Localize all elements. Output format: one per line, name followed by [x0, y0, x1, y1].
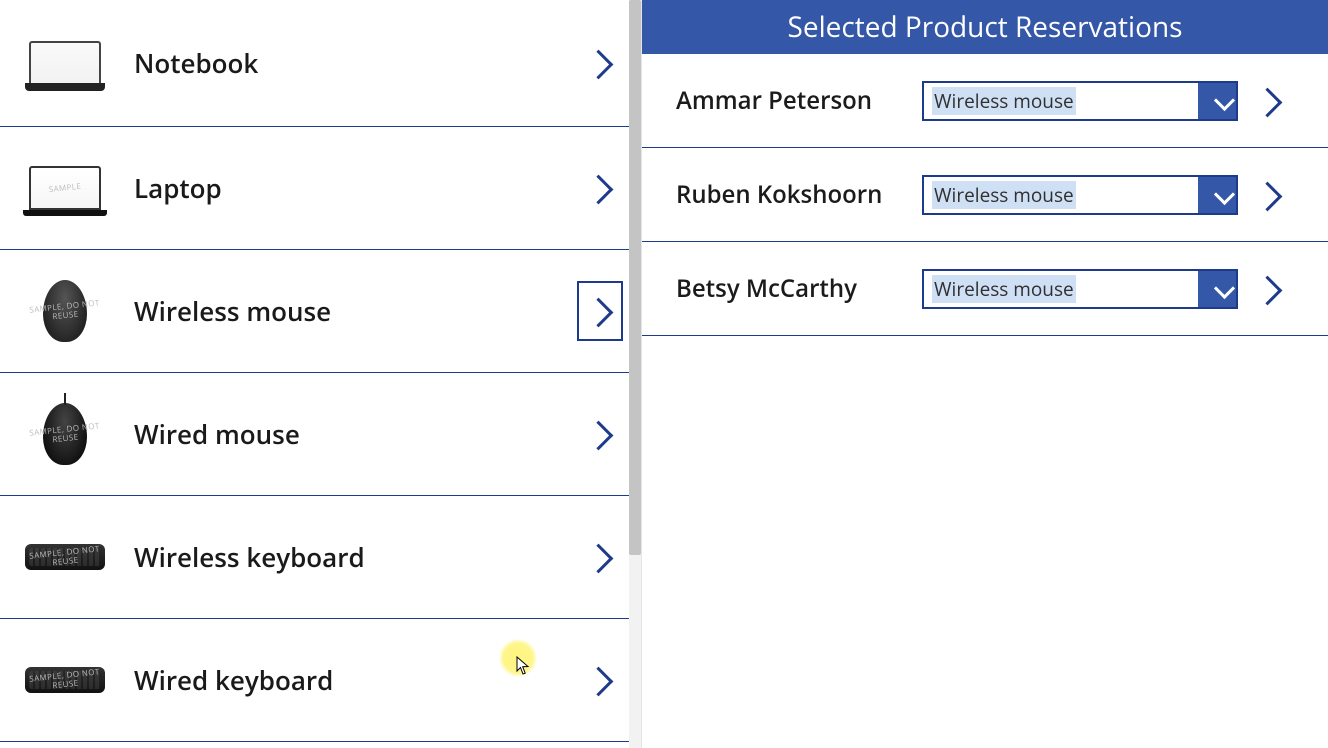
product-row-wireless-mouse[interactable]: SAMPLE, DO NOT REUSEWireless mouse — [0, 250, 641, 373]
chevron-right-icon — [592, 174, 608, 202]
reservation-product-select-value: Wireless mouse — [924, 83, 1198, 119]
product-row-wired-mouse[interactable]: SAMPLE, DO NOT REUSEWired mouse — [0, 373, 641, 496]
keyboard-icon — [25, 544, 105, 570]
reservation-row: Betsy McCarthy Wireless mouse — [642, 242, 1328, 336]
reservation-row: Ruben Kokshoorn Wireless mouse — [642, 148, 1328, 242]
reservation-product-select[interactable]: Wireless mouse — [922, 175, 1238, 215]
product-row-notebook[interactable]: Notebook — [0, 0, 641, 127]
product-row-laptop[interactable]: SAMPLELaptop — [0, 127, 641, 250]
laptop-icon — [29, 166, 101, 210]
product-open-button[interactable] — [577, 281, 623, 341]
product-thumb-wired-keyboard: SAMPLE, DO NOT REUSE — [22, 645, 108, 715]
reservation-product-select-value: Wireless mouse — [924, 271, 1198, 307]
product-open-button[interactable] — [577, 158, 623, 218]
mouse-wired-icon — [43, 403, 87, 465]
select-dropdown-button[interactable] — [1198, 83, 1236, 119]
reservation-product-select[interactable]: Wireless mouse — [922, 81, 1238, 121]
reservation-product-select-text: Wireless mouse — [932, 181, 1076, 209]
product-label: Laptop — [108, 170, 577, 206]
product-thumb-wired-mouse: SAMPLE, DO NOT REUSE — [22, 399, 108, 469]
select-dropdown-button[interactable] — [1198, 271, 1236, 307]
reservation-open-button[interactable] — [1252, 79, 1286, 123]
keyboard-icon — [25, 667, 105, 693]
app-root: NotebookSAMPLELaptopSAMPLE, DO NOT REUSE… — [0, 0, 1328, 748]
chevron-right-icon — [592, 297, 608, 325]
chevron-right-icon — [592, 666, 608, 694]
product-open-button[interactable] — [577, 650, 623, 710]
reservation-row: Ammar Peterson Wireless mouse — [642, 54, 1328, 148]
select-dropdown-button[interactable] — [1198, 177, 1236, 213]
chevron-right-icon — [592, 420, 608, 448]
product-open-button[interactable] — [577, 527, 623, 587]
product-thumb-notebook — [22, 28, 108, 98]
reservations-panel: Selected Product Reservations Ammar Pete… — [642, 0, 1328, 748]
reservation-open-button[interactable] — [1252, 173, 1286, 217]
product-label: Wireless keyboard — [108, 539, 577, 575]
reservation-product-select-text: Wireless mouse — [932, 275, 1076, 303]
product-label: Wired keyboard — [108, 662, 577, 698]
mouse-wireless-icon — [43, 280, 87, 342]
reservations-list: Ammar PetersonWireless mouseRuben Koksho… — [642, 54, 1328, 336]
product-open-button[interactable] — [577, 404, 623, 464]
product-thumb-wireless-keyboard: SAMPLE, DO NOT REUSE — [22, 522, 108, 592]
chevron-right-icon — [1261, 87, 1277, 115]
chevron-right-icon — [1261, 181, 1277, 209]
notebook-icon — [29, 41, 101, 85]
reservation-product-select[interactable]: Wireless mouse — [922, 269, 1238, 309]
reservation-open-button[interactable] — [1252, 267, 1286, 311]
reservations-header: Selected Product Reservations — [642, 0, 1328, 54]
reservation-product-select-text: Wireless mouse — [932, 87, 1076, 115]
scrollbar-track[interactable] — [629, 0, 641, 748]
reservation-person-name: Betsy McCarthy — [676, 272, 908, 305]
product-thumb-wireless-mouse: SAMPLE, DO NOT REUSE — [22, 276, 108, 346]
product-label: Notebook — [108, 45, 577, 81]
chevron-right-icon — [592, 543, 608, 571]
product-list: NotebookSAMPLELaptopSAMPLE, DO NOT REUSE… — [0, 0, 641, 742]
product-thumb-laptop: SAMPLE — [22, 153, 108, 223]
reservation-person-name: Ruben Kokshoorn — [676, 178, 908, 211]
reservation-product-select-value: Wireless mouse — [924, 177, 1198, 213]
product-label: Wired mouse — [108, 416, 577, 452]
product-open-button[interactable] — [577, 33, 623, 93]
scrollbar-thumb[interactable] — [629, 0, 641, 555]
reservation-person-name: Ammar Peterson — [676, 84, 908, 117]
product-label: Wireless mouse — [108, 293, 577, 329]
product-list-panel: NotebookSAMPLELaptopSAMPLE, DO NOT REUSE… — [0, 0, 642, 748]
product-row-wireless-keyboard[interactable]: SAMPLE, DO NOT REUSEWireless keyboard — [0, 496, 641, 619]
reservations-header-text: Selected Product Reservations — [788, 8, 1183, 46]
product-row-wired-keyboard[interactable]: SAMPLE, DO NOT REUSEWired keyboard — [0, 619, 641, 742]
chevron-right-icon — [1261, 275, 1277, 303]
chevron-right-icon — [592, 49, 608, 77]
